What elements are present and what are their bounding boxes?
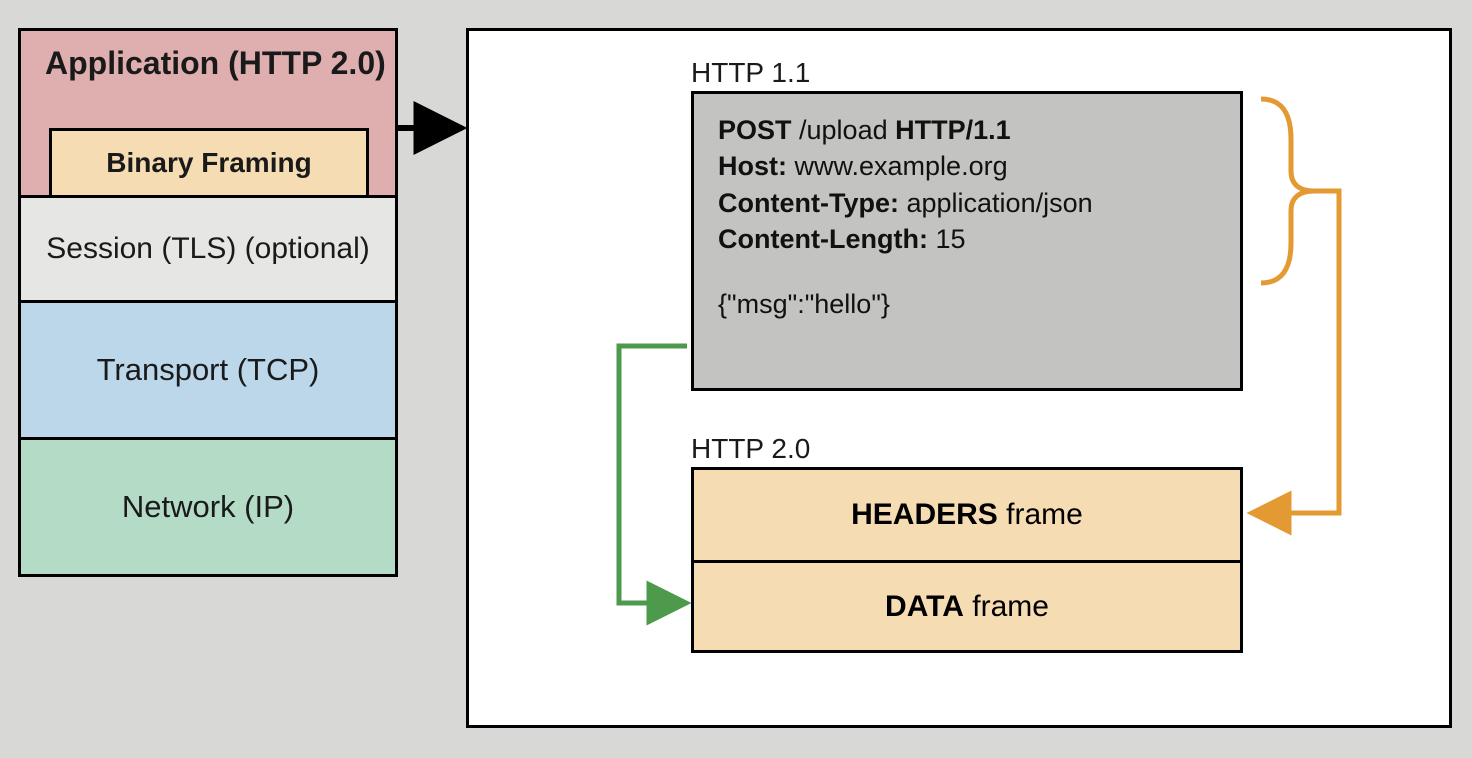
layer-transport: Transport (TCP): [18, 300, 398, 440]
http11-clen-key: Content-Length:: [718, 224, 928, 254]
http20-headers-frame: HEADERS frame: [694, 470, 1240, 560]
http11-path: /upload: [792, 115, 896, 145]
layer-transport-label: Transport (TCP): [97, 352, 320, 388]
comparison-panel: HTTP 1.1 POST /upload HTTP/1.1 Host: www…: [466, 28, 1452, 728]
http20-data-frame: DATA frame: [694, 560, 1240, 650]
http11-host-val: www.example.org: [787, 151, 1008, 181]
layer-application: Application (HTTP 2.0) Binary Framing: [18, 28, 398, 198]
http11-clen-line: Content-Length: 15: [718, 221, 1216, 257]
http11-method: POST: [718, 115, 792, 145]
layer-network-label: Network (IP): [122, 489, 294, 525]
layer-application-label: Application (HTTP 2.0): [45, 45, 386, 82]
layer-binary-framing-label: Binary Framing: [106, 147, 311, 179]
http11-label: HTTP 1.1: [691, 57, 810, 89]
layer-session: Session (TLS) (optional): [18, 195, 398, 303]
protocol-stack: Application (HTTP 2.0) Binary Framing Se…: [18, 28, 398, 577]
brace-headers: [1261, 99, 1315, 283]
arrow-body-to-data: [619, 346, 687, 603]
http11-ctype-val: application/json: [899, 188, 1093, 218]
http20-frames-box: HEADERS frame DATA frame: [691, 467, 1243, 653]
http11-ctype-line: Content-Type: application/json: [718, 185, 1216, 221]
arrow-headers-to-headersframe: [1251, 191, 1339, 513]
http11-request-line: POST /upload HTTP/1.1: [718, 112, 1216, 148]
http11-version: HTTP/1.1: [895, 115, 1011, 145]
http20-data-bold: DATA: [885, 590, 964, 623]
layer-network: Network (IP): [18, 437, 398, 577]
http11-ctype-key: Content-Type:: [718, 188, 899, 218]
http11-body: {"msg":"hello"}: [718, 286, 1216, 322]
http20-headers-rest: frame: [998, 498, 1083, 531]
http11-clen-val: 15: [928, 224, 966, 254]
layer-session-label: Session (TLS) (optional): [46, 232, 369, 266]
layer-binary-framing: Binary Framing: [49, 128, 369, 198]
http11-request-box: POST /upload HTTP/1.1 Host: www.example.…: [691, 91, 1243, 391]
http20-headers-bold: HEADERS: [851, 498, 998, 531]
http11-host-key: Host:: [718, 151, 787, 181]
http20-data-rest: frame: [964, 590, 1049, 623]
http11-host-line: Host: www.example.org: [718, 148, 1216, 184]
http20-label: HTTP 2.0: [691, 433, 810, 465]
